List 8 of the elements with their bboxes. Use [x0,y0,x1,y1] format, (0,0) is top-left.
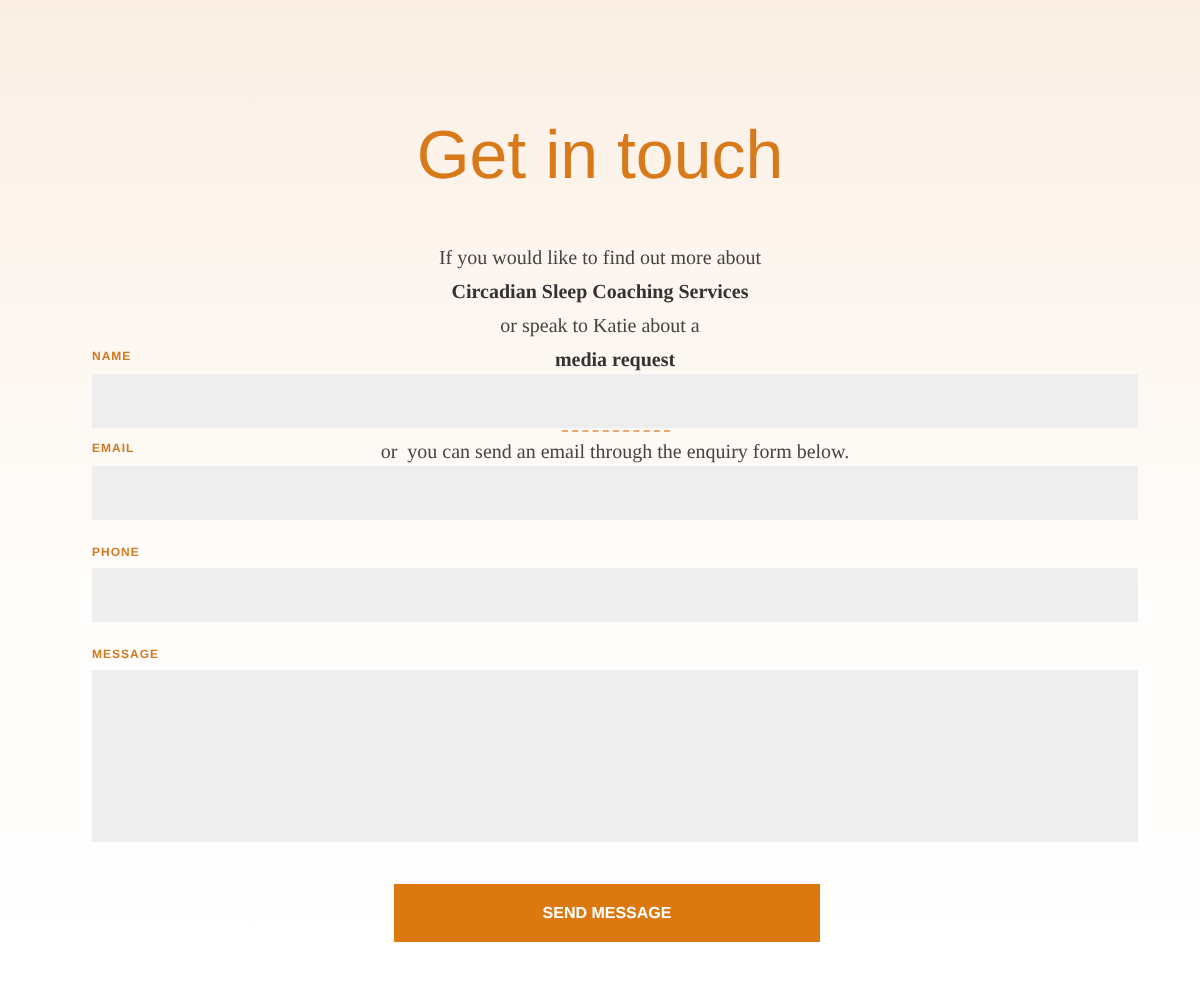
intro-text: or you can send an email through the enquiry form below. [380,442,850,464]
input-field[interactable] [92,374,1138,428]
intro-text: or speak to Katie about a [500,316,700,338]
intro-text: If you would like to find out more about [438,248,762,270]
send-message-button[interactable]: SEND MESSAGE [394,884,820,942]
page-heading: Get in touch [414,116,786,196]
intro-text: Circadian Sleep Coaching Services [451,282,749,304]
intro-text: media request [554,350,676,372]
